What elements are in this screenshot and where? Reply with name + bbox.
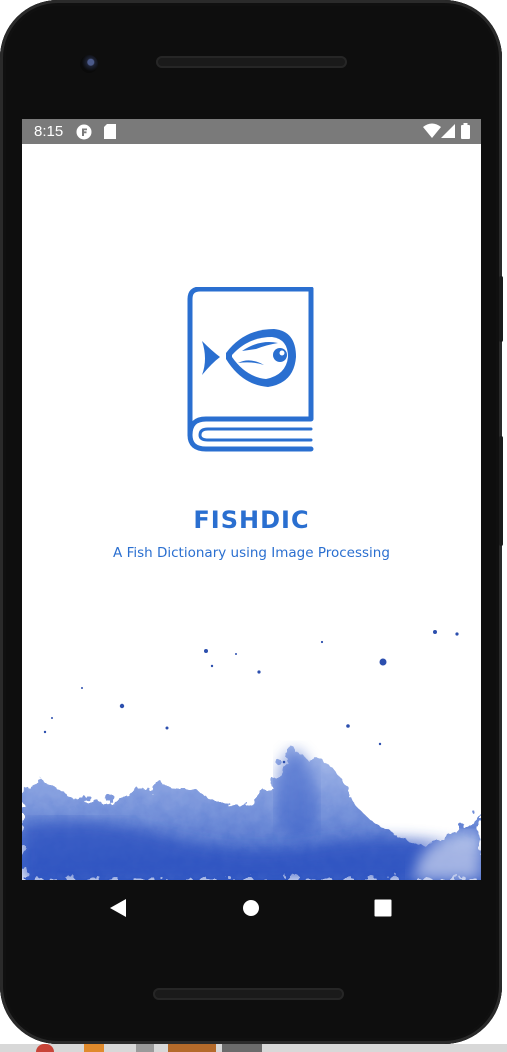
taskbar-app-icon[interactable] [136, 1044, 154, 1052]
status-time: 8:15 [34, 123, 64, 140]
taskbar-app-icon[interactable] [84, 1044, 104, 1052]
signal-icon [441, 124, 455, 142]
splash-content: FISHDIC A Fish Dictionary using Image Pr… [22, 144, 481, 880]
power-button [499, 276, 503, 342]
sd-card-icon [104, 124, 116, 143]
watercolor-splash [22, 630, 481, 880]
phone-frame: 8:15 FISHDIC A Fish Dictionary using Ima… [0, 0, 503, 1044]
taskbar-app-icon[interactable] [168, 1044, 216, 1052]
navigation-bar [22, 880, 481, 934]
host-taskbar-strip [0, 1044, 507, 1052]
bottom-speaker [153, 988, 344, 1000]
top-speaker [156, 56, 347, 68]
front-camera [80, 55, 98, 73]
app-subtitle: A Fish Dictionary using Image Processing [113, 545, 390, 561]
app-title: FISHDIC [193, 506, 310, 534]
fish-book-icon [187, 287, 314, 452]
taskbar-app-icon[interactable] [36, 1044, 54, 1052]
home-circle-icon[interactable] [239, 896, 263, 920]
wifi-icon [423, 123, 441, 142]
notification-f-icon [76, 124, 92, 144]
back-triangle-icon[interactable] [106, 896, 130, 920]
screen: 8:15 FISHDIC A Fish Dictionary using Ima… [22, 119, 481, 880]
battery-icon [461, 123, 470, 143]
volume-button [499, 436, 503, 546]
taskbar-app-icon[interactable] [222, 1044, 262, 1052]
recents-square-icon[interactable] [371, 896, 395, 920]
status-bar: 8:15 [22, 119, 481, 144]
